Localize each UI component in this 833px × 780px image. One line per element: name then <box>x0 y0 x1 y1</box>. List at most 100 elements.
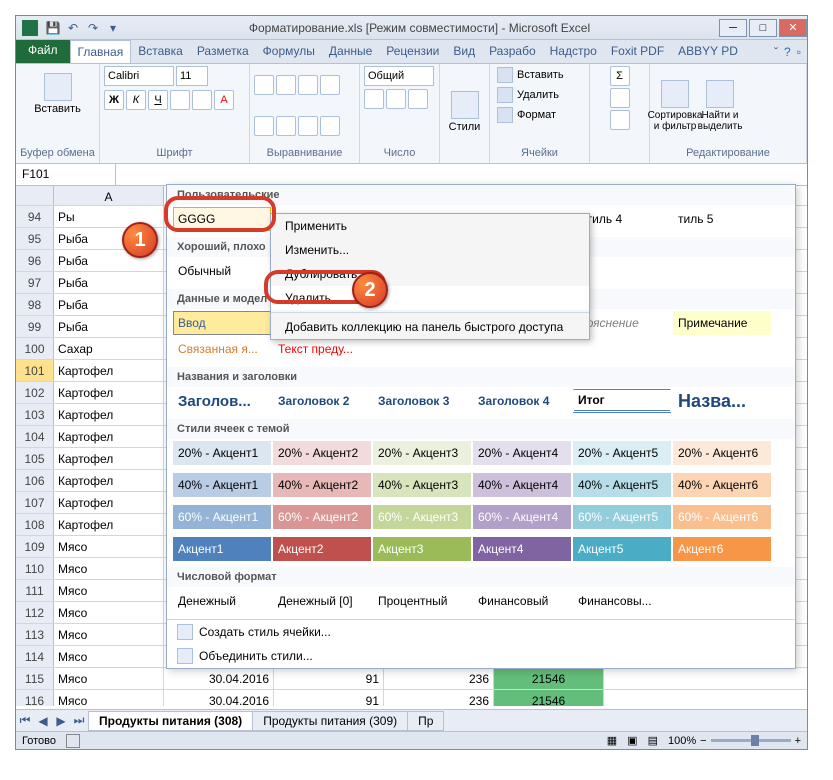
row-header[interactable]: 99 <box>16 316 54 337</box>
sort-filter-button[interactable]: Сортировка и фильтр <box>654 78 696 134</box>
currency-icon[interactable] <box>364 89 384 109</box>
border-icon[interactable] <box>170 90 190 110</box>
cell[interactable]: Мясо <box>54 580 164 601</box>
cell[interactable]: Мясо <box>54 536 164 557</box>
number-format-input[interactable] <box>364 66 434 86</box>
name-box[interactable]: F101 <box>16 164 116 185</box>
sheet-nav-next-icon[interactable]: ▶ <box>52 714 70 728</box>
underline-icon[interactable]: Ч <box>148 90 168 110</box>
merge-styles-button[interactable]: Объединить стили... <box>167 644 795 668</box>
sheet-tab-1[interactable]: Продукты питания (308) <box>88 711 253 731</box>
style-item[interactable]: Заголов... <box>173 389 271 413</box>
style-item[interactable]: 60% - Акцент4 <box>473 505 571 529</box>
style-item[interactable]: 60% - Акцент3 <box>373 505 471 529</box>
tab-abbyy[interactable]: ABBYY PD <box>671 40 745 63</box>
row-header[interactable]: 95 <box>16 228 54 249</box>
zoom-in-icon[interactable]: + <box>795 735 801 747</box>
save-icon[interactable]: 💾 <box>44 19 62 37</box>
cell[interactable]: 21546 <box>494 668 604 689</box>
row-header[interactable]: 94 <box>16 206 54 227</box>
cell[interactable]: Мясо <box>54 602 164 623</box>
row-header[interactable]: 104 <box>16 426 54 447</box>
cell[interactable]: Сахар <box>54 338 164 359</box>
align-bottom-icon[interactable] <box>298 75 318 95</box>
cell[interactable]: Картофел <box>54 514 164 535</box>
row-header[interactable]: 112 <box>16 602 54 623</box>
style-item[interactable]: Связанная я... <box>173 337 271 361</box>
style-item[interactable]: 60% - Акцент6 <box>673 505 771 529</box>
row-header[interactable]: 100 <box>16 338 54 359</box>
tab-home[interactable]: Главная <box>70 40 132 63</box>
tab-developer[interactable]: Разрабо <box>482 40 543 63</box>
style-item[interactable]: Акцент6 <box>673 537 771 561</box>
style-item[interactable]: Заголовок 3 <box>373 389 471 413</box>
style-item[interactable]: Итог <box>573 389 671 413</box>
style-item[interactable]: Заголовок 2 <box>273 389 371 413</box>
cell[interactable]: Картофел <box>54 382 164 403</box>
file-tab[interactable]: Файл <box>16 40 70 63</box>
font-name-input[interactable] <box>104 66 174 86</box>
tab-formulas[interactable]: Формулы <box>256 40 322 63</box>
cell[interactable]: Картофел <box>54 448 164 469</box>
tab-addins[interactable]: Надстро <box>543 40 604 63</box>
tab-view[interactable]: Вид <box>446 40 482 63</box>
sheet-nav-prev-icon[interactable]: ◀ <box>34 714 52 728</box>
cell[interactable]: Мясо <box>54 624 164 645</box>
fill-icon[interactable] <box>610 88 630 108</box>
ribbon-options-icon[interactable]: ▫ <box>797 45 801 59</box>
cell[interactable]: Мясо <box>54 558 164 579</box>
cell[interactable]: Рыба <box>54 316 164 337</box>
ctx-add-to-qa[interactable]: Добавить коллекцию на панель быстрого до… <box>271 315 589 339</box>
zoom-level[interactable]: 100% <box>668 735 696 747</box>
cell[interactable]: Картофел <box>54 360 164 381</box>
cell[interactable]: Мясо <box>54 668 164 689</box>
row-header[interactable]: 111 <box>16 580 54 601</box>
style-item[interactable]: Заголовок 4 <box>473 389 571 413</box>
cell[interactable]: 21546 <box>494 690 604 706</box>
tab-layout[interactable]: Разметка <box>190 40 256 63</box>
style-item[interactable]: Процентный <box>373 589 471 613</box>
close-button[interactable]: ✕ <box>779 19 807 37</box>
row-header[interactable]: 106 <box>16 470 54 491</box>
maximize-button[interactable]: □ <box>749 19 777 37</box>
clear-icon[interactable] <box>610 110 630 130</box>
style-item[interactable]: Финансовый <box>473 589 571 613</box>
style-item[interactable]: Ввод <box>173 311 271 335</box>
row-header[interactable]: 103 <box>16 404 54 425</box>
merge-icon[interactable] <box>320 116 340 136</box>
help-icon[interactable]: ? <box>784 45 791 59</box>
cell[interactable]: Мясо <box>54 690 164 706</box>
row-header[interactable]: 109 <box>16 536 54 557</box>
style-item[interactable]: 20% - Акцент4 <box>473 441 571 465</box>
styles-button[interactable]: Стили <box>444 84 485 140</box>
sheet-tab-2[interactable]: Продукты питания (309) <box>252 711 408 731</box>
cell[interactable]: 236 <box>384 690 494 706</box>
tab-data[interactable]: Данные <box>322 40 379 63</box>
style-item[interactable]: 40% - Акцент3 <box>373 473 471 497</box>
style-item[interactable]: Акцент3 <box>373 537 471 561</box>
row-header[interactable]: 96 <box>16 250 54 271</box>
cell[interactable]: Картофел <box>54 404 164 425</box>
style-item[interactable]: 60% - Акцент2 <box>273 505 371 529</box>
cell[interactable]: Рыба <box>54 294 164 315</box>
style-item[interactable]: 40% - Акцент2 <box>273 473 371 497</box>
fill-color-icon[interactable] <box>192 90 212 110</box>
sheet-tab-3[interactable]: Пр <box>407 711 444 731</box>
style-item[interactable]: 20% - Акцент6 <box>673 441 771 465</box>
style-item[interactable]: Денежный [0] <box>273 589 371 613</box>
style-item[interactable]: 20% - Акцент5 <box>573 441 671 465</box>
ctx-edit[interactable]: Изменить... <box>271 238 589 262</box>
style-item[interactable]: GGGG <box>173 207 271 231</box>
row-header[interactable]: 97 <box>16 272 54 293</box>
align-left-icon[interactable] <box>254 116 274 136</box>
zoom-slider[interactable] <box>711 739 791 742</box>
row-header[interactable]: 115 <box>16 668 54 689</box>
style-item[interactable]: 40% - Акцент1 <box>173 473 271 497</box>
minimize-button[interactable]: ─ <box>719 19 747 37</box>
style-item[interactable]: Акцент2 <box>273 537 371 561</box>
format-cells-button[interactable]: Формат <box>494 106 559 124</box>
style-item[interactable]: Акцент1 <box>173 537 271 561</box>
sheet-nav-first-icon[interactable]: ⏮ <box>16 713 34 728</box>
align-center-icon[interactable] <box>276 116 296 136</box>
find-select-button[interactable]: Найти и выделить <box>699 78 741 134</box>
